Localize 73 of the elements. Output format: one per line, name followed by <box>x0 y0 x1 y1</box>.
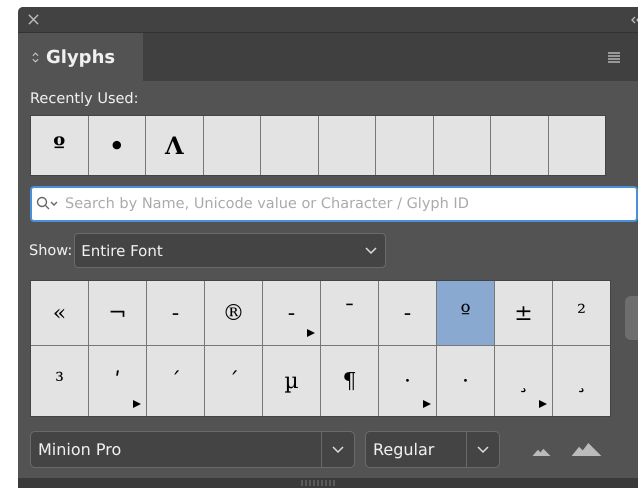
glyph-cell[interactable]: µ <box>263 346 320 416</box>
glyph-cell[interactable]: ¶ <box>321 346 378 416</box>
glyph-cell[interactable]: · <box>437 346 494 416</box>
zoom-out-icon[interactable] <box>532 447 551 456</box>
glyph[interactable]: º <box>53 131 66 160</box>
glyph: ² <box>577 300 586 326</box>
glyph: ‐ <box>288 300 296 326</box>
glyph-cell[interactable]: º <box>437 281 494 345</box>
glyph: ¸ <box>576 368 587 394</box>
glyph-cell[interactable]: ¬ <box>89 281 146 345</box>
show-label: Show: <box>29 242 72 258</box>
glyph: º <box>460 300 471 326</box>
resize-grip-icon[interactable] <box>301 480 335 486</box>
glyph: · <box>462 368 469 394</box>
glyph-cell[interactable]: · <box>379 346 436 416</box>
glyph-cell[interactable]: ± <box>495 281 552 345</box>
glyph-cell[interactable]: ˊ <box>147 346 204 416</box>
recent-glyph-slot[interactable] <box>318 116 375 175</box>
chevron-down-icon <box>365 246 378 254</box>
recent-glyph-slot[interactable] <box>204 116 260 175</box>
scrollbar-thumb[interactable] <box>625 296 638 340</box>
glyph-cell[interactable]: ³ <box>31 346 88 416</box>
glyph: ˊ <box>170 368 181 394</box>
glyph-cell[interactable]: ² <box>553 281 610 345</box>
menu-icon[interactable] <box>608 51 620 63</box>
search-field[interactable]: Search by Name, Unicode value or Character / Glyph ID <box>30 186 638 222</box>
glyph-cell[interactable]: ¯ <box>321 281 378 345</box>
panel-tab[interactable]: Glyphs <box>18 33 143 81</box>
glyph-cell[interactable]: ¸ <box>495 346 552 416</box>
glyph: ʹ <box>114 368 121 394</box>
glyph: ± <box>514 300 533 326</box>
close-icon[interactable] <box>28 14 39 25</box>
recent-glyph-slot[interactable] <box>491 116 548 175</box>
glyph[interactable]: • <box>109 131 124 160</box>
glyph: ® <box>222 300 244 326</box>
show-dropdown[interactable]: Entire Font <box>74 233 386 268</box>
glyph-cell[interactable]: ¸ <box>553 346 610 416</box>
glyph: ¬ <box>108 300 127 326</box>
glyph: · <box>404 368 411 394</box>
zoom-in-icon[interactable] <box>571 443 602 456</box>
glyph-cell[interactable]: ‐ <box>263 281 320 345</box>
glyph: ‐ <box>404 300 412 326</box>
glyph: ¯ <box>344 300 355 326</box>
glyph-cell[interactable]: ‐ <box>379 281 436 345</box>
chevron-down-icon <box>332 446 344 454</box>
glyph: µ <box>284 368 299 394</box>
glyph: « <box>52 300 66 326</box>
glyph-cell[interactable]: « <box>31 281 88 345</box>
glyph: ¶ <box>342 368 356 394</box>
up-down-icon <box>32 50 39 64</box>
recent-glyph-slot[interactable] <box>548 116 605 175</box>
recent-glyph-slot[interactable]: • <box>88 116 145 175</box>
glyph: ´ <box>228 368 239 394</box>
chevron-down-icon <box>477 446 489 454</box>
collapse-icon[interactable] <box>630 14 638 24</box>
glyph-cell[interactable]: ʹ <box>89 346 146 416</box>
recent-glyph-slot[interactable]: Ʌ <box>146 116 202 175</box>
glyph-cell[interactable]: ´ <box>205 346 262 416</box>
font-family-dropdown[interactable]: Minion Pro <box>30 431 355 468</box>
recent-glyph-slot[interactable] <box>434 116 490 175</box>
glyph-cell[interactable]: - <box>147 281 204 345</box>
glyph-cell[interactable]: ® <box>205 281 262 345</box>
glyph: - <box>172 300 180 326</box>
search-icon[interactable] <box>36 196 58 212</box>
recent-glyph-slot[interactable]: º <box>31 116 88 175</box>
tab-label: Glyphs <box>46 46 116 68</box>
recent-glyph-slot[interactable] <box>376 116 432 175</box>
glyph: ¸ <box>518 368 529 394</box>
font-style-dropdown[interactable]: Regular <box>365 431 500 468</box>
recent-glyph-slot[interactable] <box>261 116 318 175</box>
glyph: ³ <box>55 368 64 394</box>
recently-used-label: Recently Used: <box>30 91 140 107</box>
glyph[interactable]: Ʌ <box>164 131 184 160</box>
